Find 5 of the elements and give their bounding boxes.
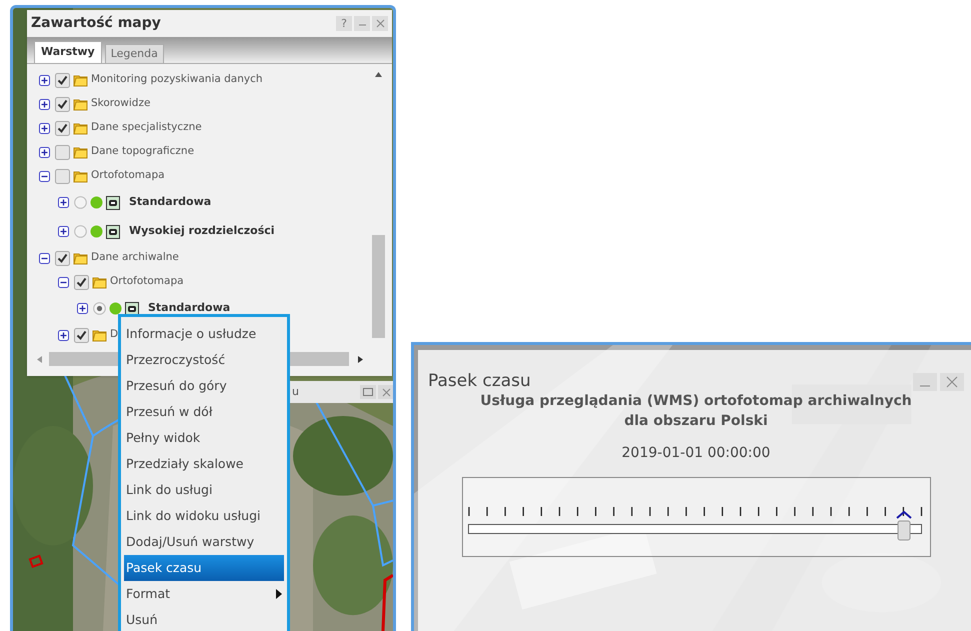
window-title: u [292, 384, 299, 400]
service-description: Usługa przeglądania (WMS) ortofotomap archiwalnych dla obszaru Polski [479, 392, 913, 430]
panel-title: Zawartość mapy [31, 14, 161, 33]
date-label: 2019-01-01 00:00:00 [622, 444, 770, 462]
dialog-title: Pasek czasu [428, 370, 531, 393]
